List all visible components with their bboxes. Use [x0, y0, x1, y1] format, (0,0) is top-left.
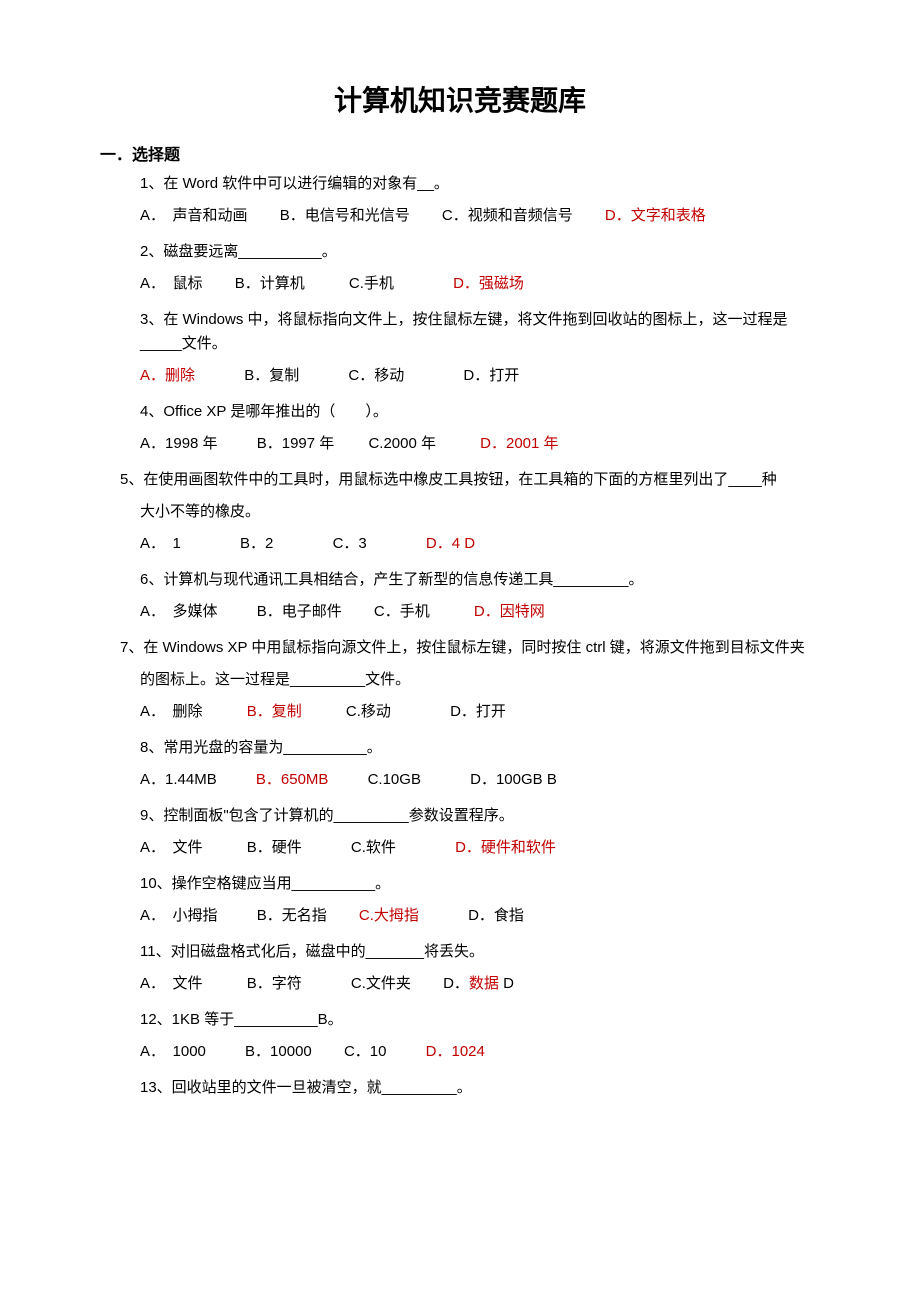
q6-text: 6、计算机与现代通讯工具相结合，产生了新型的信息传递工具_________。: [140, 568, 820, 592]
question-5-cont: 大小不等的橡皮。 A． 1 B．2 C．3 D．4 D: [140, 500, 820, 556]
q10-option-b: B．无名指: [257, 904, 327, 928]
q1-text: 1、在 Word 软件中可以进行编辑的对象有__。: [140, 172, 820, 196]
q2-option-d: D．强磁场: [453, 272, 524, 296]
q12-option-c: C．10: [344, 1040, 387, 1064]
q5-option-a: A． 1: [140, 532, 181, 556]
q2-option-c: C.手机: [349, 272, 394, 296]
question-5: 5、在使用画图软件中的工具时，用鼠标选中橡皮工具按钮，在工具箱的下面的方框里列出…: [120, 468, 820, 492]
q2-options: A． 鼠标 B．计算机 C.手机 D．强磁场: [140, 272, 820, 296]
q11-option-d: D．数据 D: [443, 972, 514, 996]
q11-option-c: C.文件夹: [351, 972, 411, 996]
q1-option-d: D．文字和表格: [605, 204, 706, 228]
q7-option-b: B．复制: [247, 700, 302, 724]
q11-text: 11、对旧磁盘格式化后，磁盘中的_______将丢失。: [140, 940, 820, 964]
q10-text: 10、操作空格键应当用__________。: [140, 872, 820, 896]
q6-option-b: B．电子邮件: [257, 600, 342, 624]
question-12: 12、1KB 等于__________B。 A． 1000 B．10000 C．…: [140, 1008, 820, 1064]
q8-option-c: C.10GB: [368, 768, 421, 792]
q6-option-a: A． 多媒体: [140, 600, 218, 624]
q3-options: A．删除 B．复制 C．移动 D．打开: [140, 364, 820, 388]
q4-option-a: A．1998 年: [140, 432, 218, 456]
question-7: 7、在 Windows XP 中用鼠标指向源文件上，按住鼠标左键，同时按住 ct…: [120, 636, 820, 660]
q13-text: 13、回收站里的文件一旦被清空，就_________。: [140, 1076, 820, 1100]
question-8: 8、常用光盘的容量为__________。 A．1.44MB B．650MB C…: [140, 736, 820, 792]
q9-option-b: B．硬件: [247, 836, 302, 860]
page-title: 计算机知识竞赛题库: [100, 80, 820, 125]
q6-option-d: D．因特网: [474, 600, 545, 624]
q8-option-b: B．650MB: [256, 768, 329, 792]
q4-text: 4、Office XP 是哪年推出的（ ）。: [140, 400, 820, 424]
q9-option-d: D．硬件和软件: [455, 836, 556, 860]
q7-text-line1: 7、在 Windows XP 中用鼠标指向源文件上，按住鼠标左键，同时按住 ct…: [120, 636, 820, 660]
q9-option-a: A． 文件: [140, 836, 203, 860]
q1-options: A． 声音和动画 B．电信号和光信号 C．视频和音频信号 D．文字和表格: [140, 204, 820, 228]
q1-option-a: A． 声音和动画: [140, 204, 248, 228]
q11-option-a: A． 文件: [140, 972, 203, 996]
q12-option-d: D．1024: [426, 1040, 485, 1064]
q12-options: A． 1000 B．10000 C．10 D．1024: [140, 1040, 820, 1064]
q9-options: A． 文件 B．硬件 C.软件 D．硬件和软件: [140, 836, 820, 860]
q2-option-b: B．计算机: [235, 272, 305, 296]
q4-option-c: C.2000 年: [368, 432, 436, 456]
q11-d-suffix: D: [499, 975, 514, 992]
q3-text: 3、在 Windows 中，将鼠标指向文件上，按住鼠标左键，将文件拖到回收站的图…: [140, 308, 820, 356]
question-6: 6、计算机与现代通讯工具相结合，产生了新型的信息传递工具_________。 A…: [140, 568, 820, 624]
q2-option-a: A． 鼠标: [140, 272, 203, 296]
q11-d-answer: 数据: [469, 975, 499, 992]
q4-option-d: D．2001 年: [480, 432, 558, 456]
question-10: 10、操作空格键应当用__________。 A． 小拇指 B．无名指 C.大拇…: [140, 872, 820, 928]
q1-option-c: C．视频和音频信号: [442, 204, 573, 228]
q5-option-c: C．3: [333, 532, 367, 556]
q5-option-d: D．4 D: [426, 532, 475, 556]
question-11: 11、对旧磁盘格式化后，磁盘中的_______将丢失。 A． 文件 B．字符 C…: [140, 940, 820, 996]
q4-option-b: B．1997 年: [257, 432, 335, 456]
q11-option-b: B．字符: [247, 972, 302, 996]
q6-option-c: C．手机: [374, 600, 430, 624]
question-7-cont: 的图标上。这一过程是_________文件。 A． 删除 B．复制 C.移动 D…: [140, 668, 820, 724]
q3-option-d: D．打开: [463, 364, 519, 388]
q2-text: 2、磁盘要远离__________。: [140, 240, 820, 264]
question-2: 2、磁盘要远离__________。 A． 鼠标 B．计算机 C.手机 D．强磁…: [140, 240, 820, 296]
q5-options: A． 1 B．2 C．3 D．4 D: [140, 532, 820, 556]
question-3: 3、在 Windows 中，将鼠标指向文件上，按住鼠标左键，将文件拖到回收站的图…: [140, 308, 820, 388]
section-header: 一．选择题: [100, 143, 820, 169]
question-9: 9、控制面板"包含了计算机的_________参数设置程序。 A． 文件 B．硬…: [140, 804, 820, 860]
q6-options: A． 多媒体 B．电子邮件 C．手机 D．因特网: [140, 600, 820, 624]
q11-d-prefix: D．: [443, 975, 469, 992]
q7-option-c: C.移动: [346, 700, 391, 724]
q3-option-b: B．复制: [244, 364, 299, 388]
q8-options: A．1.44MB B．650MB C.10GB D．100GB B: [140, 768, 820, 792]
q7-option-d: D．打开: [450, 700, 506, 724]
q7-option-a: A． 删除: [140, 700, 203, 724]
q9-text: 9、控制面板"包含了计算机的_________参数设置程序。: [140, 804, 820, 828]
q8-option-a: A．1.44MB: [140, 768, 217, 792]
q5-text-line1: 5、在使用画图软件中的工具时，用鼠标选中橡皮工具按钮，在工具箱的下面的方框里列出…: [120, 468, 820, 492]
q1-option-b: B．电信号和光信号: [280, 204, 410, 228]
q10-option-d: D．食指: [468, 904, 524, 928]
q7-options: A． 删除 B．复制 C.移动 D．打开: [140, 700, 820, 724]
q12-option-b: B．10000: [245, 1040, 312, 1064]
q8-text: 8、常用光盘的容量为__________。: [140, 736, 820, 760]
q5-option-b: B．2: [240, 532, 273, 556]
q3-option-a: A．删除: [140, 364, 195, 388]
q11-options: A． 文件 B．字符 C.文件夹 D．数据 D: [140, 972, 820, 996]
q3-option-c: C．移动: [348, 364, 404, 388]
q9-option-c: C.软件: [351, 836, 396, 860]
q8-option-d: D．100GB B: [470, 768, 557, 792]
q7-text-line2: 的图标上。这一过程是_________文件。: [140, 668, 820, 692]
q12-text: 12、1KB 等于__________B。: [140, 1008, 820, 1032]
question-4: 4、Office XP 是哪年推出的（ ）。 A．1998 年 B．1997 年…: [140, 400, 820, 456]
q4-options: A．1998 年 B．1997 年 C.2000 年 D．2001 年: [140, 432, 820, 456]
question-13: 13、回收站里的文件一旦被清空，就_________。: [140, 1076, 820, 1100]
q10-option-c: C.大拇指: [359, 904, 419, 928]
question-1: 1、在 Word 软件中可以进行编辑的对象有__。 A． 声音和动画 B．电信号…: [140, 172, 820, 228]
q5-text-line2: 大小不等的橡皮。: [140, 500, 820, 524]
q10-option-a: A． 小拇指: [140, 904, 218, 928]
q12-option-a: A． 1000: [140, 1040, 206, 1064]
q10-options: A． 小拇指 B．无名指 C.大拇指 D．食指: [140, 904, 820, 928]
